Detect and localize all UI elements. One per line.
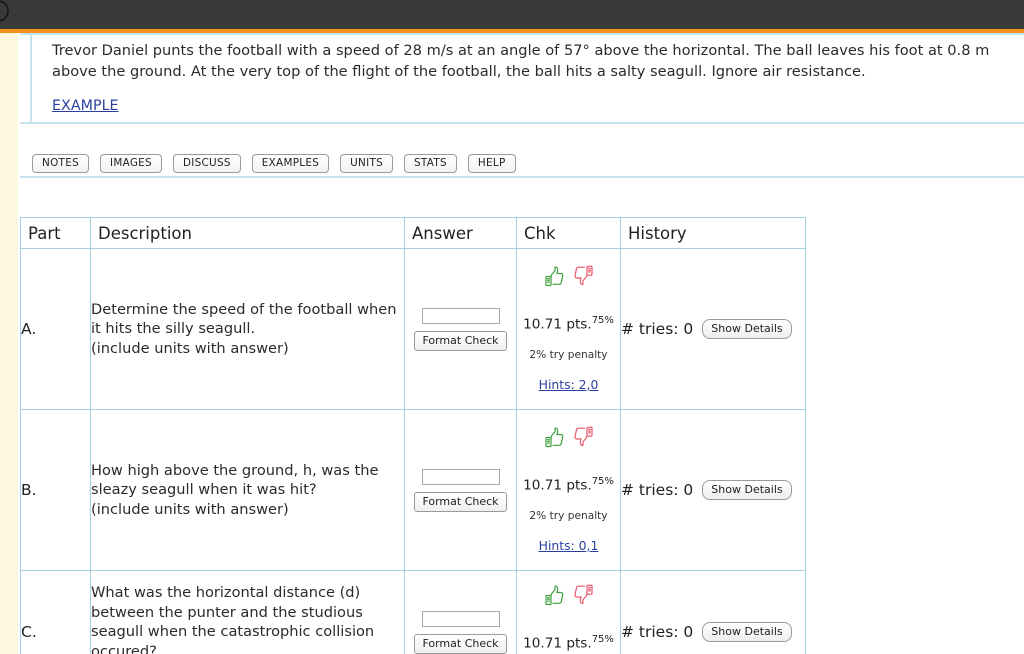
try-penalty-text: 2% try penalty: [529, 348, 608, 361]
row-answer-cell: Format Check: [404, 570, 517, 654]
row-chk-cell: 10.71 pts.75% 2% try penalty: [516, 570, 621, 654]
thumbs-down-icon[interactable]: [573, 584, 595, 608]
table-header-row: Part Description Answer Chk History: [20, 217, 806, 249]
points-percent: 75%: [591, 315, 614, 327]
row-description: What was the horizontal distance (d) bet…: [90, 570, 405, 654]
table-row: A. Determine the speed of the football w…: [20, 248, 806, 410]
row-history-cell: # tries: 0 Show Details: [620, 570, 806, 654]
thumbs-up-icon[interactable]: [543, 265, 565, 289]
points-percent: 75%: [591, 634, 614, 646]
images-button[interactable]: IMAGES: [99, 154, 162, 173]
show-details-button[interactable]: Show Details: [702, 480, 792, 500]
row-history-cell: # tries: 0 Show Details: [620, 409, 806, 571]
try-penalty-text: 2% try penalty: [529, 509, 608, 522]
hints-link[interactable]: Hints: 2,0: [539, 377, 599, 392]
table-row: C. What was the horizontal distance (d) …: [20, 570, 806, 654]
row-part-label: B.: [20, 409, 91, 571]
problem-parts-table: Part Description Answer Chk History A. D…: [20, 217, 806, 654]
row-description-text: What was the horizontal distance (d) bet…: [91, 584, 375, 654]
header-history: History: [620, 217, 806, 249]
points-value: 10.71 pts.75%: [517, 315, 620, 333]
utility-toolbar: NOTES IMAGES DISCUSS EXAMPLES UNITS STAT…: [20, 151, 1024, 178]
points-percent: 75%: [591, 476, 614, 488]
example-link[interactable]: EXAMPLE: [52, 98, 119, 114]
app-screen: Trevor Daniel punts the football with a …: [0, 0, 1024, 654]
grade-thumbs: [517, 584, 620, 616]
browser-chrome-bar: [0, 0, 1024, 29]
row-description-text: How high above the ground, h, was the sl…: [91, 461, 379, 518]
answer-input[interactable]: [421, 307, 500, 324]
show-details-button[interactable]: Show Details: [702, 319, 792, 339]
grade-thumbs: [517, 426, 620, 458]
answer-input[interactable]: [421, 610, 500, 627]
row-part-label: A.: [20, 248, 91, 410]
points-number: 10.71 pts.: [523, 316, 592, 333]
points-number: 10.71 pts.: [523, 635, 592, 652]
format-check-button[interactable]: Format Check: [414, 491, 507, 512]
tries-count: # tries: 0: [621, 320, 694, 338]
grade-thumbs: [517, 265, 620, 297]
left-margin-strip: [0, 33, 18, 654]
header-chk: Chk: [516, 217, 621, 249]
row-answer-cell: Format Check: [404, 409, 517, 571]
header-answer: Answer: [404, 217, 517, 249]
page-body: Trevor Daniel punts the football with a …: [0, 33, 1024, 654]
points-value: 10.71 pts.75%: [517, 634, 620, 652]
answer-input[interactable]: [421, 468, 500, 485]
units-button[interactable]: UNITS: [340, 154, 394, 173]
help-button[interactable]: HELP: [467, 154, 516, 173]
header-description: Description: [90, 217, 405, 249]
tries-count: # tries: 0: [621, 481, 694, 499]
thumbs-up-icon[interactable]: [543, 584, 565, 608]
row-description: Determine the speed of the football when…: [90, 248, 405, 410]
thumbs-down-icon[interactable]: [573, 426, 595, 450]
row-chk-cell: 10.71 pts.75% 2% try penalty Hints: 0,1: [516, 409, 621, 571]
row-history-cell: # tries: 0 Show Details: [620, 248, 806, 410]
thumbs-up-icon[interactable]: [543, 426, 565, 450]
header-part: Part: [20, 217, 91, 249]
row-description: How high above the ground, h, was the sl…: [90, 409, 405, 571]
format-check-button[interactable]: Format Check: [414, 633, 507, 654]
notes-button[interactable]: NOTES: [32, 154, 89, 173]
examples-button[interactable]: EXAMPLES: [251, 154, 330, 173]
circle-outline-icon: [0, 0, 9, 22]
row-description-text: Determine the speed of the football when…: [91, 300, 397, 357]
problem-statement-block: Trevor Daniel punts the football with a …: [20, 33, 1024, 124]
stats-button[interactable]: STATS: [404, 154, 457, 173]
row-chk-cell: 10.71 pts.75% 2% try penalty Hints: 2,0: [516, 248, 621, 410]
discuss-button[interactable]: DISCUSS: [172, 154, 241, 173]
tries-count: # tries: 0: [621, 623, 694, 641]
points-value: 10.71 pts.75%: [517, 476, 620, 494]
thumbs-down-icon[interactable]: [573, 265, 595, 289]
points-number: 10.71 pts.: [523, 477, 592, 494]
table-row: B. How high above the ground, h, was the…: [20, 409, 806, 571]
show-details-button[interactable]: Show Details: [702, 622, 792, 642]
row-answer-cell: Format Check: [404, 248, 517, 410]
format-check-button[interactable]: Format Check: [414, 330, 507, 351]
problem-statement-text: Trevor Daniel punts the football with a …: [52, 42, 990, 80]
hints-link[interactable]: Hints: 0,1: [539, 538, 599, 553]
row-part-label: C.: [20, 570, 91, 654]
